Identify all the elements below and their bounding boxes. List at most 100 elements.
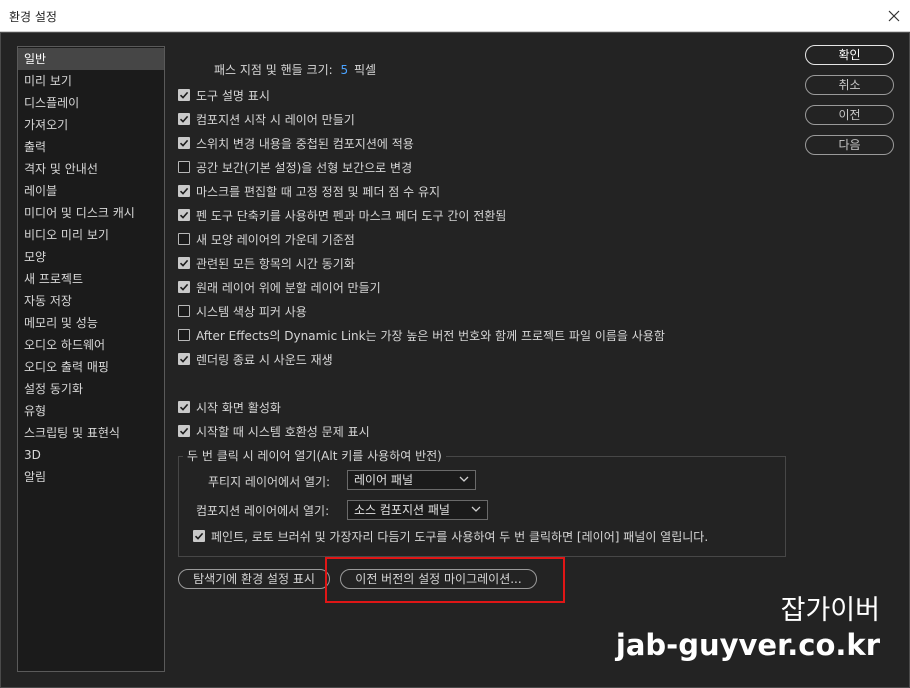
checkbox[interactable] bbox=[178, 353, 190, 365]
option-row[interactable]: 시작 화면 활성화 bbox=[178, 399, 281, 415]
checkbox[interactable] bbox=[178, 137, 190, 149]
option-row[interactable]: 시스템 색상 피커 사용 bbox=[178, 303, 307, 319]
sidebar-item[interactable]: 3D bbox=[18, 444, 164, 466]
sidebar-item[interactable]: 오디오 출력 매핑 bbox=[18, 356, 164, 378]
option-row[interactable]: 공간 보간(기본 설정)을 선형 보간으로 변경 bbox=[178, 159, 412, 175]
category-list[interactable]: 일반 미리 보기 디스플레이 가져오기 출력 격자 및 안내선 레이블 미디어 및 디스크 캐… bbox=[17, 46, 165, 672]
option-row[interactable]: 마스크를 편집할 때 고정 정점 및 페더 점 수 유지 bbox=[178, 183, 440, 199]
comp-open-value: 소스 컴포지션 패널 bbox=[354, 503, 450, 517]
option-label: 시작할 때 시스템 호환성 문제 표시 bbox=[196, 424, 370, 439]
option-row[interactable]: 시작할 때 시스템 호환성 문제 표시 bbox=[178, 423, 370, 439]
option-row[interactable]: 새 모양 레이어의 가운데 기준점 bbox=[178, 231, 355, 247]
close-button[interactable] bbox=[878, 0, 910, 32]
option-label: After Effects의 Dynamic Link는 가장 높은 버전 번호… bbox=[196, 328, 665, 343]
ok-button[interactable]: 확인 bbox=[805, 45, 894, 65]
option-row[interactable]: 관련된 모든 항목의 시간 동기화 bbox=[178, 255, 355, 271]
sidebar-item[interactable]: 모양 bbox=[18, 246, 164, 268]
option-label: 새 모양 레이어의 가운데 기준점 bbox=[196, 232, 355, 247]
option-row[interactable]: 원래 레이어 위에 분할 레이어 만들기 bbox=[178, 279, 381, 295]
check-icon bbox=[179, 259, 189, 267]
path-size-unit: 픽셀 bbox=[353, 63, 377, 77]
checkbox[interactable] bbox=[178, 281, 190, 293]
option-label: 스위치 변경 내용을 중첩된 컴포지션에 적용 bbox=[196, 136, 414, 151]
option-label: 렌더링 종료 시 사운드 재생 bbox=[196, 352, 333, 367]
option-label: 펜 도구 단축키를 사용하면 펜과 마스크 페더 도구 간이 전환됨 bbox=[196, 208, 507, 223]
checkbox[interactable] bbox=[178, 161, 190, 173]
sidebar-item[interactable]: 설정 동기화 bbox=[18, 378, 164, 400]
sidebar-item[interactable]: 가져오기 bbox=[18, 114, 164, 136]
chevron-down-icon bbox=[471, 506, 481, 512]
sidebar-item[interactable]: 미리 보기 bbox=[18, 70, 164, 92]
double-click-legend: 두 번 클릭 시 레이어 열기(Alt 키를 사용하여 반전) bbox=[183, 447, 446, 464]
option-label: 도구 설명 표시 bbox=[196, 88, 270, 103]
sidebar-item[interactable]: 격자 및 안내선 bbox=[18, 158, 164, 180]
option-label: 관련된 모든 항목의 시간 동기화 bbox=[196, 256, 355, 271]
checkbox[interactable] bbox=[178, 305, 190, 317]
sidebar-item[interactable]: 메모리 및 성능 bbox=[18, 312, 164, 334]
check-icon bbox=[179, 355, 189, 363]
footage-open-label: 푸티지 레이어에서 열기: bbox=[208, 475, 331, 489]
path-size-label: 패스 지점 및 핸들 크기: bbox=[214, 63, 333, 77]
sidebar-item[interactable]: 스크립팅 및 표현식 bbox=[18, 422, 164, 444]
sidebar-item[interactable]: 오디오 하드웨어 bbox=[18, 334, 164, 356]
option-row[interactable]: 펜 도구 단축키를 사용하면 펜과 마스크 페더 도구 간이 전환됨 bbox=[178, 207, 506, 223]
paint-double-click-option[interactable]: 페인트, 로토 브러쉬 및 가장자리 다듬기 도구를 사용하여 두 번 클릭하면… bbox=[193, 528, 708, 544]
sidebar-item[interactable]: 비디오 미리 보기 bbox=[18, 224, 164, 246]
watermark-title: 잡가이버 bbox=[780, 595, 880, 626]
comp-open-dropdown[interactable]: 소스 컴포지션 패널 bbox=[347, 500, 488, 520]
option-row[interactable]: 스위치 변경 내용을 중첩된 컴포지션에 적용 bbox=[178, 135, 414, 151]
check-icon bbox=[179, 427, 189, 435]
check-icon bbox=[179, 139, 189, 147]
sidebar-item[interactable]: 디스플레이 bbox=[18, 92, 164, 114]
comp-open-label: 컴포지션 레이어에서 열기: bbox=[196, 504, 330, 518]
option-label: 컴포지션 시작 시 레이어 만들기 bbox=[196, 112, 355, 127]
sidebar-item[interactable]: 미디어 및 디스크 캐시 bbox=[18, 202, 164, 224]
next-button[interactable]: 다음 bbox=[805, 135, 894, 155]
check-icon bbox=[179, 283, 189, 291]
cancel-button[interactable]: 취소 bbox=[805, 75, 894, 95]
window-title: 환경 설정 bbox=[9, 10, 57, 24]
checkbox[interactable] bbox=[178, 185, 190, 197]
checkbox[interactable] bbox=[178, 233, 190, 245]
option-label: 시스템 색상 피커 사용 bbox=[196, 304, 307, 319]
option-row[interactable]: 렌더링 종료 시 사운드 재생 bbox=[178, 351, 333, 367]
watermark-url: jab-guyver.co.kr bbox=[615, 628, 880, 662]
sidebar-item[interactable]: 출력 bbox=[18, 136, 164, 158]
check-icon bbox=[179, 187, 189, 195]
option-label: 시작 화면 활성화 bbox=[196, 400, 281, 415]
checkbox[interactable] bbox=[178, 329, 190, 341]
check-icon bbox=[179, 91, 189, 99]
option-label: 마스크를 편집할 때 고정 정점 및 페더 점 수 유지 bbox=[196, 184, 441, 199]
previous-button[interactable]: 이전 bbox=[805, 105, 894, 125]
checkbox[interactable] bbox=[178, 425, 190, 437]
checkbox[interactable] bbox=[178, 113, 190, 125]
checkbox[interactable] bbox=[178, 257, 190, 269]
option-row[interactable]: After Effects의 Dynamic Link는 가장 높은 버전 번호… bbox=[178, 327, 665, 343]
path-size-row: 패스 지점 및 핸들 크기: 5 픽셀 bbox=[214, 61, 376, 78]
paint-option-label: 페인트, 로토 브러쉬 및 가장자리 다듬기 도구를 사용하여 두 번 클릭하면… bbox=[211, 529, 709, 544]
checkbox[interactable] bbox=[178, 89, 190, 101]
footage-open-value: 레이어 패널 bbox=[354, 473, 414, 487]
check-icon bbox=[179, 403, 189, 411]
sidebar-item[interactable]: 유형 bbox=[18, 400, 164, 422]
sidebar-item[interactable]: 자동 저장 bbox=[18, 290, 164, 312]
option-label: 원래 레이어 위에 분할 레이어 만들기 bbox=[196, 280, 381, 295]
check-icon bbox=[179, 211, 189, 219]
checkbox[interactable] bbox=[178, 401, 190, 413]
reveal-in-explorer-button[interactable]: 탐색기에 환경 설정 표시 bbox=[178, 569, 330, 589]
close-icon bbox=[888, 10, 900, 22]
sidebar-item[interactable]: 알림 bbox=[18, 466, 164, 488]
title-bar: 환경 설정 bbox=[0, 0, 910, 32]
option-row[interactable]: 도구 설명 표시 bbox=[178, 87, 270, 103]
checkbox[interactable] bbox=[193, 530, 205, 542]
check-icon bbox=[194, 532, 204, 540]
checkbox[interactable] bbox=[178, 209, 190, 221]
option-row[interactable]: 컴포지션 시작 시 레이어 만들기 bbox=[178, 111, 355, 127]
sidebar-item[interactable]: 일반 bbox=[18, 48, 164, 70]
sidebar-item[interactable]: 새 프로젝트 bbox=[18, 268, 164, 290]
chevron-down-icon bbox=[459, 476, 469, 482]
sidebar-item[interactable]: 레이블 bbox=[18, 180, 164, 202]
path-size-value[interactable]: 5 bbox=[341, 63, 349, 77]
check-icon bbox=[179, 115, 189, 123]
footage-open-dropdown[interactable]: 레이어 패널 bbox=[347, 470, 476, 490]
